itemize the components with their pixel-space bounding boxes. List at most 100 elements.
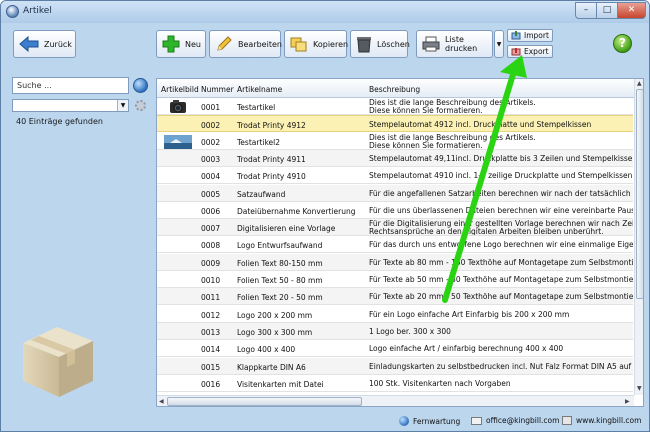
cell-beschreibung: Für die angefallenen Satzarbeiten berech… (369, 188, 633, 198)
cell-artikelname: Satzaufwand (237, 189, 286, 199)
header-nummer[interactable]: Nummer (201, 85, 234, 94)
import-button[interactable]: Import (507, 29, 553, 42)
cell-nummer: 0011 (201, 293, 221, 303)
header-artikelbild[interactable]: Artikelbild (161, 85, 199, 94)
vertical-scrollbar[interactable]: ▲ ▼ (634, 79, 643, 395)
cell-artikelname: Trodat Printy 4910 (237, 172, 306, 182)
table-row[interactable]: 0002 Testartikel2 Dies ist die lange Besch… (157, 133, 633, 150)
app-icon (6, 5, 19, 18)
help-button[interactable]: ? (613, 34, 632, 53)
camera-thumbnail-icon (170, 100, 186, 113)
table-row[interactable]: 0014 Logo 400 x 400 Logo einfache Art / ei… (157, 340, 633, 358)
table-row[interactable]: 0003 Trodat Printy 4911 Stempelautomat 49,… (157, 149, 633, 167)
cell-artikelname: Logo 400 x 400 (237, 345, 296, 355)
search-input[interactable] (12, 77, 129, 94)
cell-artikelname: Logo 200 x 200 mm (237, 310, 313, 320)
cell-artikelname: Digitalisieren eine Vorlage (237, 224, 336, 234)
maximize-button[interactable]: □ (596, 2, 618, 19)
table-row[interactable]: 0011 Folien Text 20 - 50 mm Für Texte ab 2… (157, 288, 633, 306)
table-row[interactable]: 0012 Logo 200 x 200 mm Für ein Logo einfac… (157, 306, 633, 323)
new-button[interactable]: Neu (156, 30, 206, 58)
table-row[interactable]: 0013 Logo 300 x 300 mm 1 Logo ber. 300 x 3… (157, 322, 633, 340)
import-icon (511, 31, 521, 40)
cell-nummer: 0007 (201, 224, 221, 234)
header-beschreibung[interactable]: Beschreibung (369, 85, 420, 94)
cell-beschreibung: Für Texte ab 50 mm - 80 Texthöhe auf Mon… (369, 275, 633, 284)
cell-beschreibung: Stempelautomat 49,11incl. Druckplatte bi… (369, 153, 633, 163)
envelope-icon (471, 416, 482, 425)
scroll-up-icon[interactable]: ▲ (637, 80, 642, 87)
delete-button[interactable]: Löschen (350, 30, 410, 58)
cell-artikelname: Dateiübernahme Konvertierung (237, 206, 356, 216)
scroll-down-icon[interactable]: ▼ (637, 385, 642, 392)
scroll-right-icon[interactable]: ▶ (625, 398, 630, 405)
cell-nummer: 0002 (201, 121, 221, 131)
cell-nummer: 0003 (201, 154, 221, 164)
cell-beschreibung: Für Texte ab 20 mm - 50 Texthöhe auf Mon… (369, 292, 633, 302)
header-artikelname[interactable]: Artikelname (237, 85, 282, 94)
vertical-scroll-thumb[interactable] (636, 89, 643, 299)
filter-combobox[interactable]: ▼ (12, 99, 129, 112)
horizontal-scrollbar[interactable]: ◀ ▶ (157, 395, 634, 406)
email-link[interactable]: office@kingbill.com (471, 416, 559, 425)
copy-icon (290, 37, 307, 52)
cell-artikelname: Logo Entwurfsaufwand (237, 241, 323, 251)
cell-nummer: 0016 (201, 379, 221, 389)
edit-button[interactable]: Bearbeiten (209, 30, 282, 58)
print-dropdown-button[interactable]: ▼ (494, 30, 504, 58)
table-row[interactable]: 0015 Klappkarte DIN A6 Einladungskarten zu… (157, 357, 633, 375)
export-label: Export (524, 47, 549, 56)
scroll-left-icon[interactable]: ◀ (159, 398, 164, 405)
chevron-down-icon[interactable]: ▼ (117, 100, 128, 111)
copy-button[interactable]: Kopieren (284, 30, 349, 58)
cell-artikelname: Testartikel (237, 103, 276, 112)
table-row[interactable]: 0004 Trodat Printy 4910 Stempelautomat 491… (157, 167, 633, 185)
cell-nummer: 0015 (201, 362, 221, 372)
website-link[interactable]: www.kingbill.com (562, 416, 641, 425)
horizontal-scroll-thumb[interactable] (167, 397, 362, 406)
cell-nummer: 0009 (201, 258, 221, 268)
new-label: Neu (185, 39, 201, 49)
window-title: Artikel (23, 6, 52, 16)
print-list-button[interactable]: Liste drucken (416, 30, 493, 58)
cell-nummer: 0012 (201, 310, 221, 320)
back-button[interactable]: Zurück (13, 30, 76, 58)
copy-label: Kopieren (313, 39, 349, 49)
table-row[interactable]: 0001 Testartikel Dies ist die lange Beschr… (157, 98, 633, 115)
plus-icon (162, 35, 180, 53)
minimize-button[interactable]: – (575, 2, 597, 19)
email-label: office@kingbill.com (486, 416, 560, 425)
search-go-icon[interactable] (133, 78, 148, 93)
chevron-down-icon: ▼ (496, 40, 502, 48)
box-illustration-icon (23, 327, 93, 397)
table-row[interactable]: 0008 Logo Entwurfsaufwand Für das durch un… (157, 236, 633, 254)
cell-nummer: 0014 (201, 345, 221, 355)
table-row[interactable]: 0006 Dateiübernahme Konvertierung Für die … (157, 202, 633, 219)
gear-icon[interactable] (135, 100, 146, 111)
import-label: Import (524, 31, 549, 40)
cell-beschreibung-line2: Diese können Sie formatieren. (369, 140, 483, 150)
cell-beschreibung-line2: Rechtsansprüche an den digitalen Arbeite… (369, 227, 604, 237)
remote-support-link[interactable]: Fernwartung (399, 416, 460, 426)
table-row[interactable]: 0016 Visitenkarten mit Datei 100 Stk. Visi… (157, 375, 633, 392)
table-row[interactable]: 0010 Folien Text 50 - 80 mm Für Texte ab 5… (157, 271, 633, 288)
table-row[interactable]: 0005 Satzaufwand Für die angefallenen Satz… (157, 184, 633, 202)
table-row[interactable]: 0002 Trodat Printy 4912 Stempelautomat 491… (157, 115, 633, 133)
printer-icon (422, 36, 440, 52)
remote-support-icon (399, 416, 409, 426)
cell-beschreibung: Für das durch uns entworfene Logo berech… (369, 240, 633, 250)
filter-panel: ▼ 40 Einträge gefunden (7, 71, 151, 411)
cell-artikelname: Visitenkarten mit Datei (237, 379, 324, 389)
table-row[interactable]: 0009 Folien Text 80-150 mm Für Texte ab 80… (157, 253, 633, 271)
export-button[interactable]: Export (507, 45, 553, 58)
cell-nummer: 0001 (201, 103, 221, 112)
cell-nummer: 0002 (201, 137, 221, 147)
cell-beschreibung: Für die uns überlassenen Dateien berechn… (369, 205, 633, 215)
cell-beschreibung: Logo einfache Art / einfarbig berechnung… (369, 344, 564, 354)
delete-label: Löschen (377, 39, 410, 49)
cell-nummer: 0008 (201, 241, 221, 251)
title-bar[interactable]: Artikel – □ ✕ (1, 1, 649, 23)
cell-nummer: 0004 (201, 172, 221, 182)
close-button[interactable]: ✕ (617, 2, 646, 19)
table-row[interactable]: 0007 Digitalisieren eine Vorlage Für die D… (157, 219, 633, 237)
